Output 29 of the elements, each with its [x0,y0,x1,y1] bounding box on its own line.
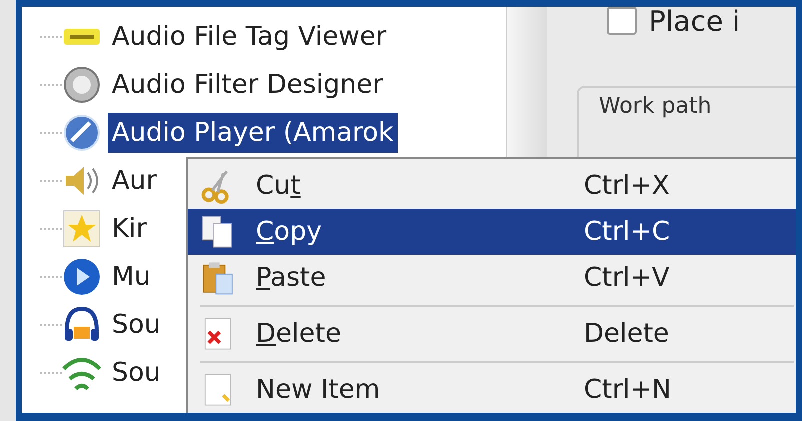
menu-item[interactable]: Copy Ctrl+C [188,209,796,255]
disc-icon [62,65,102,105]
shortcut-label: Ctrl+X [584,171,671,201]
menu-item-label: Copy [256,217,323,247]
checkbox[interactable] [607,7,637,35]
tree-item[interactable]: Audio Player (Amarok [108,113,398,153]
group-label: Work path [599,94,712,119]
menu-item-label: New Item [256,375,382,405]
tree-item[interactable]: Audio File Tag Viewer [108,17,391,57]
shortcut-label: Ctrl+N [584,375,672,405]
clipboard-icon [200,260,236,296]
menu-item[interactable]: Cut Ctrl+X [188,163,796,209]
tree-item[interactable]: Mu [108,257,155,297]
shortcut-label: Ctrl+V [584,263,671,293]
tree-item[interactable]: Kir [108,209,151,249]
checkbox-label: Place i [649,7,740,38]
shortcut-label: Ctrl+C [584,217,672,247]
tree-item[interactable]: Audio Filter Designer [108,65,388,105]
menu-item[interactable]: New Item Ctrl+N [188,367,796,413]
menu-item[interactable]: Paste Ctrl+V [188,255,796,301]
menu-item-label: Delete [256,319,342,349]
play-icon [62,257,102,297]
tree-item[interactable]: Sou [108,305,165,345]
tree-item[interactable]: Sou [108,353,165,393]
menu-item-label: Cut [256,171,302,201]
shortcut-label: Delete [584,319,670,349]
tree-item[interactable]: Aur [108,161,161,201]
menu-item-label: Paste [256,263,328,293]
menu-item[interactable]: Delete Delete [188,311,796,357]
